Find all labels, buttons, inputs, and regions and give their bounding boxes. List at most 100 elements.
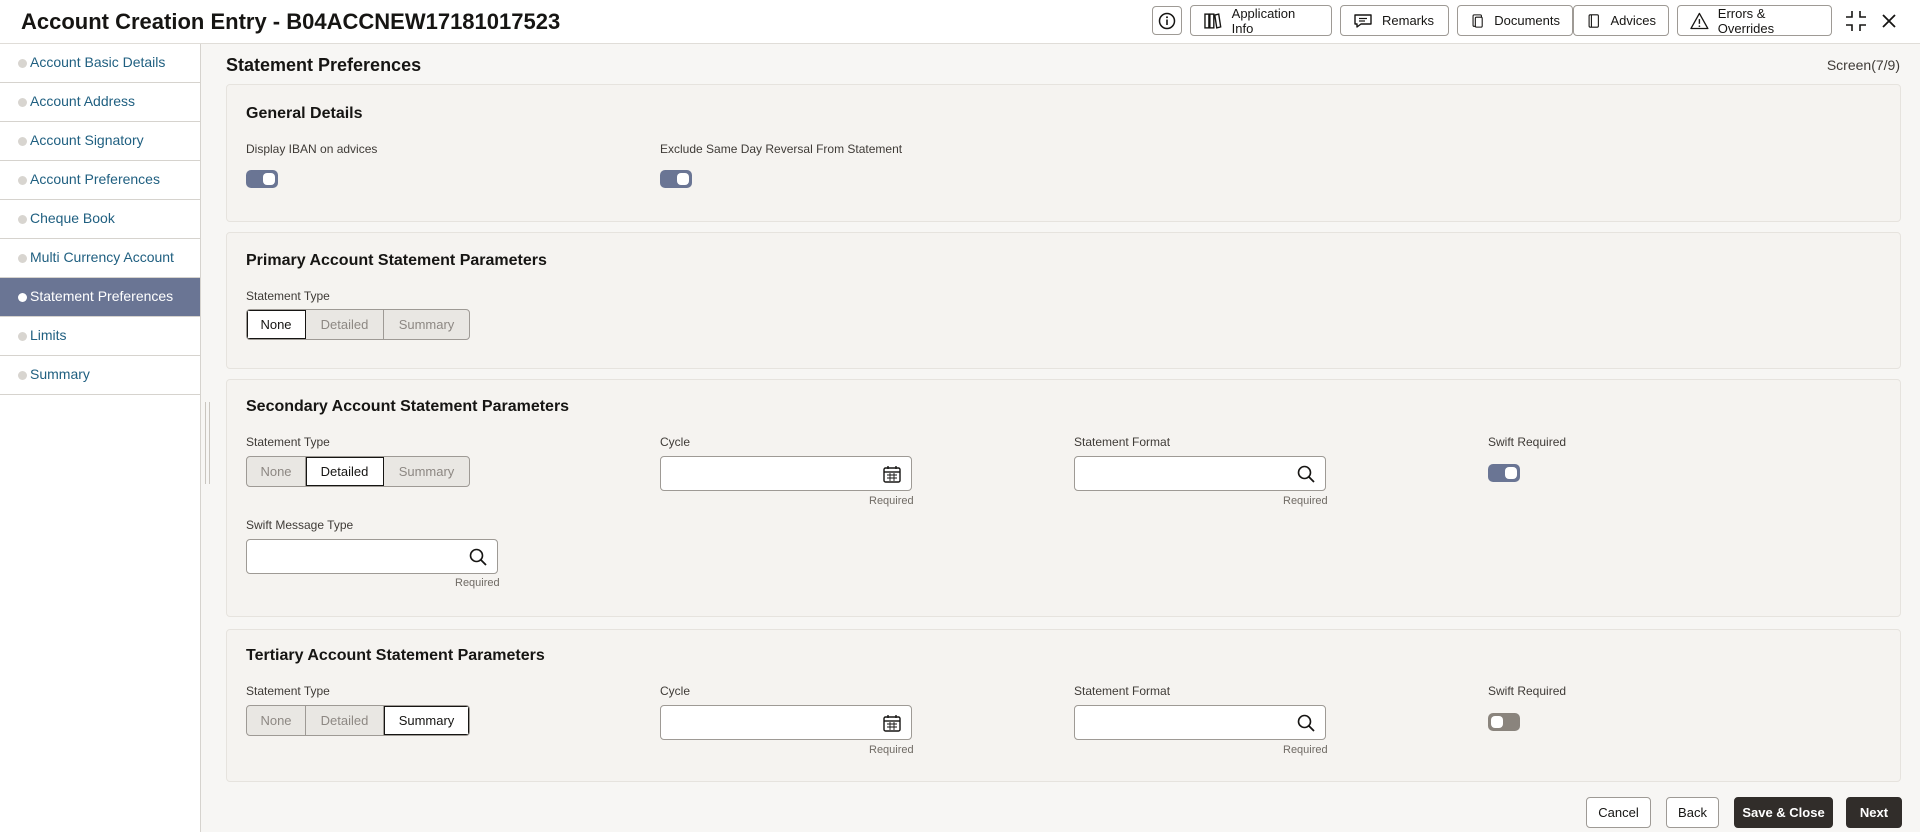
search-icon[interactable] — [1296, 713, 1316, 733]
sidebar-item-account-preferences[interactable]: Account Preferences — [0, 161, 200, 200]
sidebar-item-statement-preferences[interactable]: Statement Preferences — [0, 278, 200, 317]
step-dot — [18, 254, 27, 263]
sidebar-item-summary[interactable]: Summary — [0, 356, 200, 395]
step-dot — [18, 293, 27, 302]
secondary-statement-panel: Secondary Account Statement Parameters S… — [226, 379, 1901, 617]
sidebar-item-label: Statement Preferences — [30, 288, 174, 304]
section-title: General Details — [246, 105, 363, 122]
sidebar-item-label: Account Signatory — [30, 132, 144, 148]
close-icon — [1882, 14, 1896, 28]
app-header: Account Creation Entry - B04ACCNEW171810… — [0, 0, 1920, 44]
sidebar-item-label: Account Address — [30, 93, 136, 109]
step-dot — [18, 332, 27, 341]
calendar-icon[interactable] — [882, 713, 902, 733]
comment-icon — [1354, 13, 1372, 28]
statement-type-summary[interactable]: Summary — [384, 457, 469, 486]
cycle-required-hint: Required — [869, 744, 914, 756]
statement-type-detailed[interactable]: Detailed — [306, 457, 384, 486]
warning-icon — [1690, 12, 1709, 29]
statement-type-summary[interactable]: Summary — [384, 310, 469, 339]
statement-format-required-hint: Required — [1283, 744, 1328, 756]
exclude-reversal-toggle[interactable] — [660, 170, 692, 188]
sidebar-item-account-signatory[interactable]: Account Signatory — [0, 122, 200, 161]
statement-type-summary[interactable]: Summary — [384, 706, 469, 735]
step-dot — [18, 176, 27, 185]
back-button[interactable]: Back — [1666, 797, 1719, 828]
advices-label: Advices — [1610, 13, 1656, 28]
tertiary-cycle-input[interactable] — [660, 705, 912, 740]
statement-type-none[interactable]: None — [247, 457, 306, 486]
display-iban-label: Display IBAN on advices — [246, 142, 378, 156]
step-dot — [18, 98, 27, 107]
sidebar-resize-handle[interactable] — [205, 402, 210, 484]
statement-format-label: Statement Format — [1074, 435, 1171, 449]
sidebar-item-label: Summary — [30, 366, 90, 382]
tertiary-swift-required-toggle[interactable] — [1488, 713, 1520, 731]
documents-label: Documents — [1494, 13, 1560, 28]
cycle-label: Cycle — [660, 684, 691, 698]
sidebar-item-label: Multi Currency Account — [30, 249, 174, 265]
step-dot — [18, 215, 27, 224]
sidebar-item-limits[interactable]: Limits — [0, 317, 200, 356]
statement-type-none[interactable]: None — [247, 310, 306, 339]
documents-button[interactable]: Documents — [1457, 5, 1573, 36]
info-button[interactable] — [1152, 6, 1182, 35]
exclude-reversal-label: Exclude Same Day Reversal From Statement — [660, 142, 903, 156]
remarks-button[interactable]: Remarks — [1340, 5, 1449, 36]
statement-type-none[interactable]: None — [247, 706, 306, 735]
sidebar-item-label: Cheque Book — [30, 210, 115, 226]
books-icon — [1204, 12, 1222, 29]
search-icon[interactable] — [1296, 464, 1316, 484]
cancel-button[interactable]: Cancel — [1586, 797, 1651, 828]
sidebar-item-cheque-book[interactable]: Cheque Book — [0, 200, 200, 239]
sidebar-item-label: Limits — [30, 327, 67, 343]
swift-message-type-input[interactable] — [246, 539, 498, 574]
application-info-label: Application Info — [1231, 5, 1296, 36]
swift-required-label: Swift Required — [1488, 684, 1567, 698]
swift-required-label: Swift Required — [1488, 435, 1567, 449]
sidebar-item-account-address[interactable]: Account Address — [0, 83, 200, 122]
next-button[interactable]: Next — [1846, 797, 1902, 828]
display-iban-toggle[interactable] — [246, 170, 278, 188]
info-icon — [1158, 12, 1176, 29]
primary-statement-panel: Primary Account Statement Parameters Sta… — [226, 232, 1901, 369]
step-dot — [18, 59, 27, 68]
search-icon[interactable] — [468, 547, 488, 567]
secondary-swift-required-toggle[interactable] — [1488, 464, 1520, 482]
section-title: Secondary Account Statement Parameters — [246, 398, 570, 415]
secondary-statement-format-input[interactable] — [1074, 456, 1326, 491]
section-title: Primary Account Statement Parameters — [246, 252, 547, 269]
page-title: Statement Preferences — [226, 55, 422, 75]
close-button[interactable] — [1877, 9, 1901, 33]
cycle-required-hint: Required — [869, 495, 914, 507]
save-close-button[interactable]: Save & Close — [1734, 797, 1833, 828]
sidebar-item-multi-currency-account[interactable]: Multi Currency Account — [0, 239, 200, 278]
sidebar-item-account-basic-details[interactable]: Account Basic Details — [0, 44, 200, 83]
swift-message-type-required-hint: Required — [455, 577, 500, 589]
tertiary-statement-format-input[interactable] — [1074, 705, 1326, 740]
errors-overrides-label: Errors & Overrides — [1717, 5, 1775, 36]
remarks-label: Remarks — [1382, 13, 1435, 28]
statement-type-label: Statement Type — [246, 684, 330, 698]
screen-indicator: Screen(7/9) — [1826, 57, 1900, 73]
statement-format-required-hint: Required — [1283, 495, 1328, 507]
sidebar: Account Basic Details Account Address Ac… — [0, 44, 201, 832]
notebook-icon — [1588, 13, 1599, 28]
tertiary-statement-type-selector: None Detailed Summary — [246, 705, 470, 736]
general-details-panel: General Details Display IBAN on advices … — [226, 84, 1901, 222]
primary-statement-type-selector: None Detailed Summary — [246, 309, 470, 340]
statement-type-detailed[interactable]: Detailed — [306, 706, 384, 735]
secondary-statement-type-selector: None Detailed Summary — [246, 456, 470, 487]
step-dot — [18, 371, 27, 380]
calendar-icon[interactable] — [882, 464, 902, 484]
advices-button[interactable]: Advices — [1573, 5, 1669, 36]
step-dot — [18, 137, 27, 146]
maximize-icon — [1846, 11, 1866, 31]
cycle-label: Cycle — [660, 435, 691, 449]
statement-type-detailed[interactable]: Detailed — [306, 310, 384, 339]
errors-overrides-button[interactable]: Errors & Overrides — [1677, 5, 1832, 36]
secondary-cycle-input[interactable] — [660, 456, 912, 491]
application-info-button[interactable]: Application Info — [1190, 5, 1332, 36]
section-title: Tertiary Account Statement Parameters — [246, 647, 545, 664]
maximize-button[interactable] — [1844, 9, 1868, 33]
